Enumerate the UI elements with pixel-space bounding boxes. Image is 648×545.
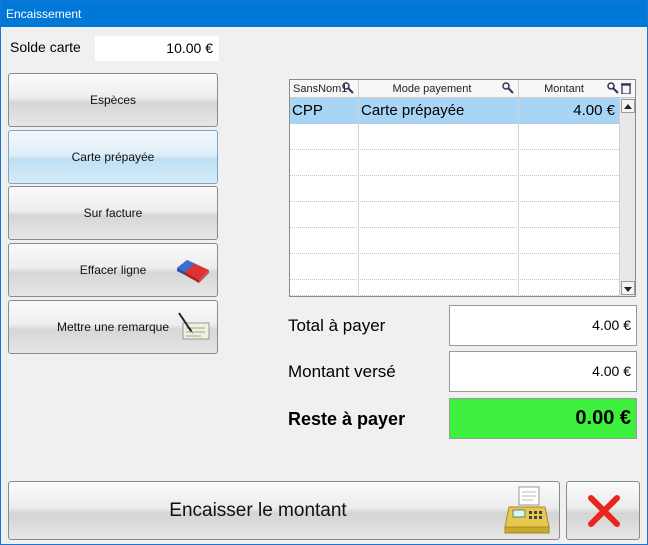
column-montant-label: Montant [544,83,584,95]
search-icon[interactable] [342,82,354,94]
effacer-ligne-button[interactable]: Effacer ligne [8,243,218,297]
cell-montant: 4.00 € [573,102,615,119]
carte-prepayee-button[interactable]: Carte prépayée [8,130,218,184]
table-row[interactable] [290,228,619,254]
table-row[interactable] [290,202,619,228]
grid-header: SansNom1 Mode payement Montant [290,80,635,98]
delete-icon[interactable] [620,82,632,94]
search-icon[interactable] [502,82,514,94]
table-row[interactable] [290,176,619,202]
column-header-montant[interactable]: Montant [519,80,635,98]
total-a-payer-field: 4.00 € [449,305,637,346]
table-row[interactable]: CPP Carte prépayée 4.00 € [290,98,619,124]
column-header-mode[interactable]: Mode payement [359,80,519,98]
encaisser-button[interactable]: Encaisser le montant [8,481,560,540]
montant-verse-field[interactable]: 4.00 € [449,351,637,392]
table-row[interactable] [290,150,619,176]
scroll-down-arrow-icon[interactable] [621,281,635,295]
carte-prepayee-label: Carte prépayée [71,150,155,164]
column-sansnom1-label: SansNom1 [293,83,348,95]
window-title: Encaissement [1,1,647,27]
column-mode-label: Mode payement [392,83,472,95]
grid-body: CPP Carte prépayée 4.00 € [290,98,619,296]
especes-label: Espèces [89,93,137,107]
close-icon [588,495,620,527]
grid-scrollbar[interactable] [619,98,635,296]
search-icon[interactable] [607,82,619,94]
table-row[interactable] [290,124,619,150]
reste-a-payer-field: 0.00 € [449,398,637,439]
encaissement-window: Encaissement Solde carte 10.00 € Espèces… [0,0,648,545]
cancel-button[interactable] [566,481,640,540]
solde-carte-label: Solde carte [10,39,81,55]
sur-facture-button[interactable]: Sur facture [8,186,218,240]
payment-lines-grid[interactable]: SansNom1 Mode payement Montant CPP Carte… [289,79,636,297]
solde-carte-value: 10.00 € [95,36,219,61]
especes-button[interactable]: Espèces [8,73,218,127]
scroll-up-arrow-icon[interactable] [621,99,635,113]
table-row[interactable] [290,280,619,296]
remarque-button[interactable]: Mettre une remarque [8,300,218,354]
total-a-payer-label: Total à payer [288,316,386,335]
sur-facture-label: Sur facture [83,206,143,220]
encaisser-label: Encaisser le montant [169,500,347,521]
cell-code: CPP [290,98,359,124]
remarque-label: Mettre une remarque [56,320,170,334]
reste-a-payer-label: Reste à payer [288,409,406,429]
note-pen-icon [178,312,210,340]
eraser-icon [177,260,209,283]
montant-verse-label: Montant versé [288,362,396,381]
cell-mode: Carte prépayée [359,98,519,124]
table-row[interactable] [290,254,619,280]
column-header-sansnom1[interactable]: SansNom1 [290,80,359,98]
effacer-ligne-label: Effacer ligne [79,263,147,277]
cash-register-icon [504,486,550,534]
